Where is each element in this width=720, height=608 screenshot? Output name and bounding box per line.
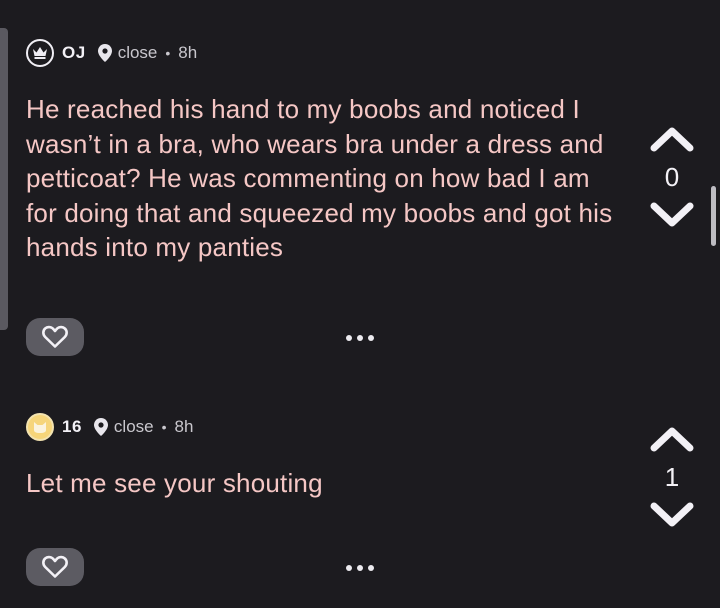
location-label: close: [113, 417, 154, 436]
meta-separator: •: [165, 45, 171, 61]
more-options-button[interactable]: [346, 332, 374, 344]
vote-count: 1: [664, 462, 680, 492]
downvote-button[interactable]: [649, 200, 695, 230]
username[interactable]: 16: [62, 417, 82, 437]
like-button[interactable]: [26, 548, 84, 586]
vote-control: 0: [644, 124, 700, 230]
upvote-button[interactable]: [649, 124, 695, 154]
upvote-button[interactable]: [649, 424, 695, 454]
heart-icon: [42, 555, 68, 578]
username[interactable]: OJ: [62, 43, 86, 63]
post-card: OJ close • 8h He reached his hand to my …: [0, 0, 720, 380]
post-text[interactable]: Let me see your shouting: [26, 466, 586, 501]
post-meta: OJ close • 8h: [26, 37, 197, 69]
more-dot: [346, 335, 352, 341]
crown-icon: [26, 39, 54, 67]
post-time: 8h: [174, 417, 194, 436]
more-dot: [368, 565, 374, 571]
more-dot: [368, 335, 374, 341]
more-options-button[interactable]: [346, 562, 374, 574]
cat-icon: [26, 413, 54, 441]
like-button[interactable]: [26, 318, 84, 356]
more-dot: [357, 565, 363, 571]
vote-count: 0: [664, 162, 680, 192]
more-dot: [346, 565, 352, 571]
location-pin-icon: [93, 418, 108, 436]
heart-icon: [42, 325, 68, 348]
meta-separator: •: [161, 419, 167, 435]
more-dot: [357, 335, 363, 341]
post-text[interactable]: He reached his hand to my boobs and noti…: [26, 92, 616, 265]
vote-control: 1: [644, 424, 700, 530]
post-time: 8h: [178, 43, 198, 62]
location-pin-icon: [97, 44, 112, 62]
post-card: 16 close • 8h Let me see your shouting 1: [0, 396, 720, 608]
downvote-button[interactable]: [649, 500, 695, 530]
location-label: close: [117, 43, 158, 62]
post-meta: 16 close • 8h: [26, 411, 193, 443]
feed: OJ close • 8h He reached his hand to my …: [0, 0, 720, 608]
